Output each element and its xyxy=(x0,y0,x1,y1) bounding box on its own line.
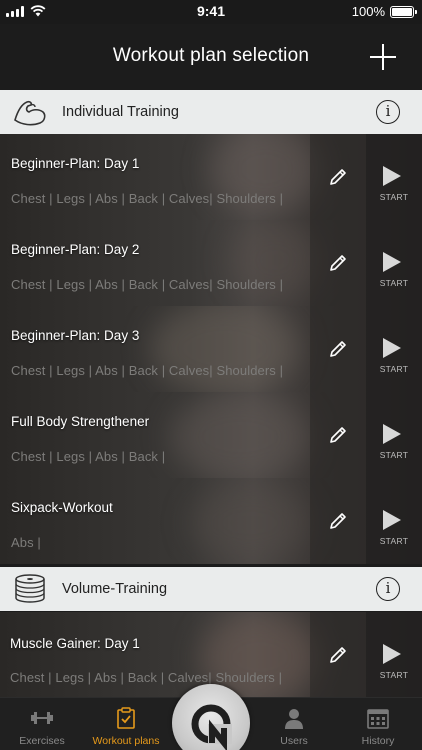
plan-muscles: Chest | Legs | Abs | Back | xyxy=(11,449,166,464)
center-logo-button[interactable] xyxy=(172,684,250,750)
background-photo xyxy=(150,306,300,392)
section-label: Volume-Training xyxy=(62,581,168,597)
start-button[interactable]: START xyxy=(366,392,422,478)
plan-muscles: Chest | Legs | Abs | Back | Calves| Shou… xyxy=(11,363,284,378)
start-button[interactable]: START xyxy=(366,134,422,220)
start-label: START xyxy=(379,536,409,546)
play-icon xyxy=(383,338,401,358)
tab-label: Workout plans xyxy=(92,735,160,747)
edit-button[interactable] xyxy=(310,478,366,564)
start-button[interactable]: START xyxy=(366,220,422,306)
add-plan-button[interactable] xyxy=(370,44,396,70)
flexed-arm-icon xyxy=(14,100,46,126)
play-icon xyxy=(383,252,401,272)
battery-icon xyxy=(390,5,417,18)
start-label: START xyxy=(379,670,409,680)
plan-muscles: Chest | Legs | Abs | Back | Calves| Shou… xyxy=(10,670,283,685)
plan-muscles: Chest | Legs | Abs | Back | Calves| Shou… xyxy=(11,277,284,292)
plan-actions: START xyxy=(310,306,422,392)
start-label: START xyxy=(379,278,409,288)
pencil-icon xyxy=(330,647,346,663)
start-label: START xyxy=(379,192,409,202)
pencil-icon xyxy=(330,427,346,443)
start-button[interactable]: START xyxy=(366,478,422,564)
plan-row[interactable]: Sixpack-Workout Abs | START xyxy=(0,478,422,564)
edit-button[interactable] xyxy=(310,134,366,220)
section-label: Individual Training xyxy=(62,104,179,120)
plan-name: Beginner-Plan: Day 2 xyxy=(11,242,140,257)
status-bar: 9:41 100% xyxy=(0,0,422,24)
plan-actions: START xyxy=(310,220,422,306)
plan-name: Full Body Strengthener xyxy=(11,414,150,429)
plan-name: Beginner-Plan: Day 1 xyxy=(11,156,140,171)
calendar-icon xyxy=(367,709,389,729)
edit-button[interactable] xyxy=(310,612,366,698)
background-photo xyxy=(170,392,310,478)
tab-label: Users xyxy=(280,735,308,747)
pencil-icon xyxy=(330,513,346,529)
clipboard-check-icon xyxy=(117,707,135,729)
plan-muscles: Chest | Legs | Abs | Back | Calves| Shou… xyxy=(11,191,284,206)
pencil-icon xyxy=(330,341,346,357)
pencil-icon xyxy=(330,255,346,271)
tab-label: History xyxy=(361,735,395,747)
section-header-volume-training: Volume-Training i xyxy=(0,567,422,611)
start-button[interactable]: START xyxy=(366,306,422,392)
plan-muscles: Abs | xyxy=(11,535,41,550)
plan-row[interactable]: Full Body Strengthener Chest | Legs | Ab… xyxy=(0,392,422,478)
plan-name: Muscle Gainer: Day 1 xyxy=(10,636,140,651)
weight-plates-icon xyxy=(15,574,45,603)
play-icon xyxy=(383,644,401,664)
user-icon xyxy=(285,709,303,729)
app-logo-icon xyxy=(191,704,232,750)
battery-percent: 100% xyxy=(351,4,385,19)
start-button[interactable]: START xyxy=(366,612,422,698)
play-icon xyxy=(383,510,401,530)
start-label: START xyxy=(379,364,409,374)
plan-row[interactable]: Beginner-Plan: Day 2 Chest | Legs | Abs … xyxy=(0,220,422,306)
play-icon xyxy=(383,424,401,444)
play-icon xyxy=(383,166,401,186)
background-photo xyxy=(190,483,310,563)
plan-actions: START xyxy=(310,134,422,220)
info-icon[interactable]: i xyxy=(376,100,400,124)
edit-button[interactable] xyxy=(310,392,366,478)
plan-actions: START xyxy=(310,612,422,698)
section-header-individual-training: Individual Training i xyxy=(0,90,422,134)
plan-row[interactable]: Beginner-Plan: Day 3 Chest | Legs | Abs … xyxy=(0,306,422,392)
info-icon[interactable]: i xyxy=(376,577,400,601)
edit-button[interactable] xyxy=(310,220,366,306)
plan-name: Sixpack-Workout xyxy=(11,500,113,515)
page-title: Workout plan selection xyxy=(112,45,310,66)
plan-actions: START xyxy=(310,478,422,564)
plan-row[interactable]: Beginner-Plan: Day 1 Chest | Legs | Abs … xyxy=(0,134,422,220)
tab-label: Exercises xyxy=(19,735,65,747)
tab-users[interactable]: Users xyxy=(252,698,336,750)
tab-history[interactable]: History xyxy=(336,698,420,750)
dumbbell-icon xyxy=(31,712,53,724)
navigation-bar: Workout plan selection xyxy=(0,24,422,90)
plan-actions: START xyxy=(310,392,422,478)
tab-workout-plans[interactable]: Workout plans xyxy=(84,698,168,750)
edit-button[interactable] xyxy=(310,306,366,392)
start-label: START xyxy=(379,450,409,460)
tab-exercises[interactable]: Exercises xyxy=(0,698,84,750)
pencil-icon xyxy=(330,169,346,185)
battery-group: 100% xyxy=(351,4,417,19)
plan-name: Beginner-Plan: Day 3 xyxy=(11,328,140,343)
